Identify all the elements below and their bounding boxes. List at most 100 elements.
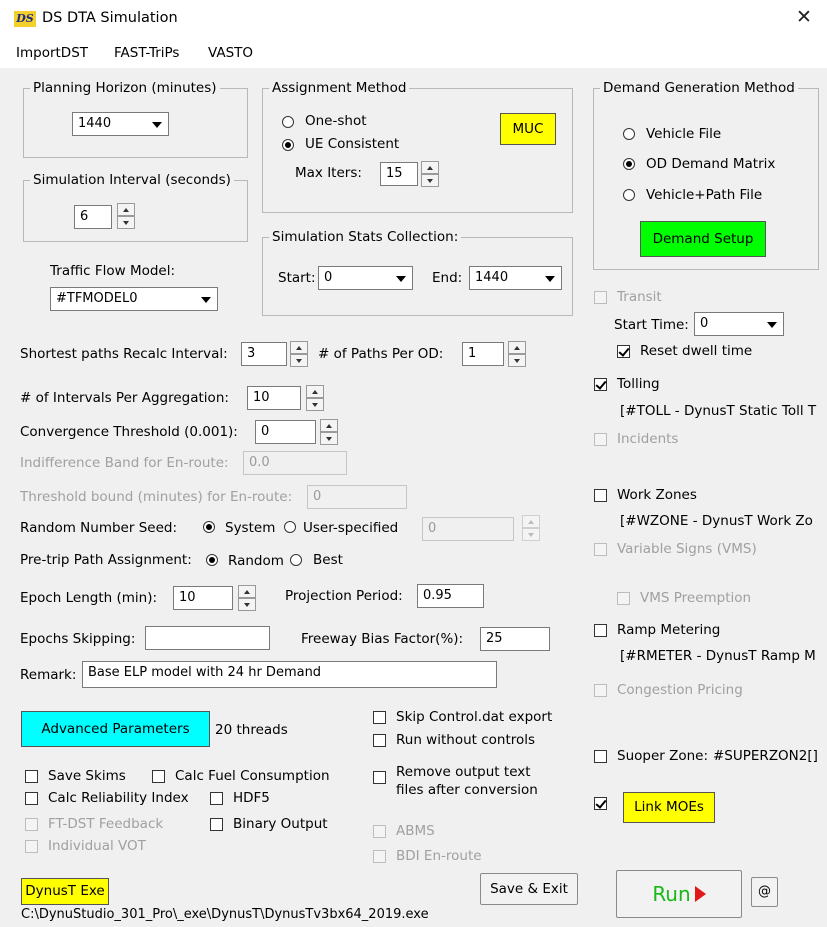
convergence-input[interactable]: 0	[255, 420, 316, 444]
individual-vot-checkbox[interactable]	[25, 840, 38, 853]
spin-down-icon[interactable]	[421, 174, 439, 187]
calc-reliability-checkbox[interactable]	[25, 792, 38, 805]
spin-up-icon[interactable]	[238, 585, 256, 598]
save-exit-button[interactable]: Save & Exit	[480, 873, 578, 905]
reset-dwell-checkbox[interactable]	[617, 345, 630, 358]
incidents-checkbox[interactable]	[594, 433, 607, 446]
remark-input[interactable]: Base ELP model with 24 hr Demand	[82, 661, 497, 688]
transit-checkbox[interactable]	[594, 291, 607, 304]
paths-per-od-input[interactable]: 1	[462, 342, 504, 366]
planning-horizon-value: 1440	[78, 116, 112, 131]
sp-recalc-input[interactable]: 3	[241, 342, 287, 366]
indifference-input[interactable]: 0.0	[243, 451, 347, 475]
spin-up-icon[interactable]	[508, 341, 526, 354]
spin-down-icon[interactable]	[508, 354, 526, 367]
binary-output-checkbox[interactable]	[210, 818, 223, 831]
bdi-checkbox[interactable]	[373, 850, 386, 863]
simulation-interval-stepper[interactable]	[117, 203, 135, 229]
epochs-skip-label: Epochs Skipping:	[20, 631, 136, 647]
spin-up-icon[interactable]	[320, 419, 338, 432]
menu-fast-trips[interactable]: FAST-TriPs	[114, 45, 179, 61]
demand-setup-button[interactable]: Demand Setup	[640, 221, 766, 257]
one-shot-radio[interactable]	[282, 116, 294, 128]
link-moes-button[interactable]: Link MOEs	[623, 792, 715, 823]
seed-value-stepper[interactable]	[522, 515, 540, 541]
od-demand-matrix-radio[interactable]	[623, 158, 635, 170]
indifference-value: 0.0	[249, 455, 270, 470]
epochs-skip-input[interactable]	[145, 626, 270, 650]
traffic-flow-select[interactable]: #TFMODEL0	[50, 287, 218, 311]
individual-vot-label: Individual VOT	[48, 838, 146, 854]
start-time-select[interactable]: 0	[694, 312, 784, 336]
pretrip-random-radio[interactable]	[206, 554, 218, 566]
max-iters-stepper[interactable]	[421, 161, 439, 187]
seed-user-label: User-specified	[303, 520, 399, 536]
vms-preemption-checkbox[interactable]	[617, 592, 630, 605]
spin-up-icon[interactable]	[306, 385, 324, 398]
tolling-label: Tolling	[617, 376, 660, 392]
menu-importdst[interactable]: ImportDST	[16, 45, 88, 61]
pretrip-best-radio[interactable]	[290, 554, 302, 566]
spin-up-icon[interactable]	[522, 515, 540, 528]
intervals-agg-input[interactable]: 10	[247, 386, 301, 410]
spin-down-icon[interactable]	[522, 528, 540, 541]
epoch-input[interactable]: 10	[173, 586, 233, 610]
close-icon[interactable]: ✕	[796, 6, 812, 28]
intervals-agg-stepper[interactable]	[306, 385, 324, 411]
projection-input[interactable]: 0.95	[417, 584, 484, 608]
seed-system-radio[interactable]	[203, 521, 215, 533]
skip-control-checkbox[interactable]	[373, 711, 386, 724]
dynust-exe-button[interactable]: DynusT Exe	[21, 878, 109, 905]
menu-vasto[interactable]: VASTO	[208, 45, 253, 61]
spin-down-icon[interactable]	[320, 432, 338, 445]
seed-user-radio[interactable]	[284, 521, 296, 533]
hdf5-label: HDF5	[233, 790, 270, 806]
paths-per-od-stepper[interactable]	[508, 341, 526, 367]
stats-start-select[interactable]: 0	[318, 266, 413, 290]
run-without-controls-checkbox[interactable]	[373, 734, 386, 747]
advanced-parameters-button[interactable]: Advanced Parameters	[21, 711, 210, 747]
sp-recalc-stepper[interactable]	[290, 341, 308, 367]
muc-button[interactable]: MUC	[500, 113, 556, 145]
spin-up-icon[interactable]	[290, 341, 308, 354]
vehicle-path-file-radio[interactable]	[623, 189, 635, 201]
projection-value: 0.95	[423, 588, 452, 603]
spin-down-icon[interactable]	[290, 354, 308, 367]
vms-checkbox[interactable]	[594, 543, 607, 556]
congestion-pricing-checkbox[interactable]	[594, 684, 607, 697]
assignment-method-legend: Assignment Method	[272, 80, 407, 96]
spin-up-icon[interactable]	[117, 203, 135, 216]
abms-checkbox[interactable]	[373, 825, 386, 838]
ue-consistent-radio[interactable]	[282, 139, 294, 151]
super-zone-checkbox[interactable]	[594, 750, 607, 763]
convergence-stepper[interactable]	[320, 419, 338, 445]
freeway-bias-input[interactable]: 25	[480, 627, 550, 651]
threshold-bound-input[interactable]: 0	[307, 485, 407, 509]
epoch-stepper[interactable]	[238, 585, 256, 611]
stats-end-value: 1440	[475, 270, 509, 285]
spin-down-icon[interactable]	[306, 398, 324, 411]
save-skims-checkbox[interactable]	[25, 770, 38, 783]
max-iters-input[interactable]: 15	[380, 162, 418, 186]
seed-value-input[interactable]: 0	[422, 517, 514, 541]
work-zones-checkbox[interactable]	[594, 489, 607, 502]
run-button[interactable]: Run	[616, 870, 742, 918]
hdf5-checkbox[interactable]	[210, 792, 223, 805]
ft-dst-checkbox[interactable]	[25, 818, 38, 831]
ramp-metering-checkbox[interactable]	[594, 624, 607, 637]
spin-down-icon[interactable]	[238, 598, 256, 611]
planning-horizon-select[interactable]: 1440	[72, 112, 169, 136]
link-moes-checkbox[interactable]	[594, 797, 607, 810]
remark-label: Remark:	[20, 667, 77, 683]
spin-up-icon[interactable]	[421, 161, 439, 174]
tolling-checkbox[interactable]	[594, 378, 607, 391]
calc-fuel-checkbox[interactable]	[152, 770, 165, 783]
at-button[interactable]: @	[751, 877, 778, 907]
vehicle-file-radio[interactable]	[623, 128, 635, 140]
ue-consistent-label: UE Consistent	[305, 136, 400, 152]
spin-down-icon[interactable]	[117, 216, 135, 229]
remove-output-checkbox[interactable]	[373, 771, 386, 784]
indifference-label: Indifference Band for En-route:	[20, 455, 229, 471]
simulation-interval-input[interactable]: 6	[74, 205, 112, 229]
stats-end-select[interactable]: 1440	[469, 266, 562, 290]
